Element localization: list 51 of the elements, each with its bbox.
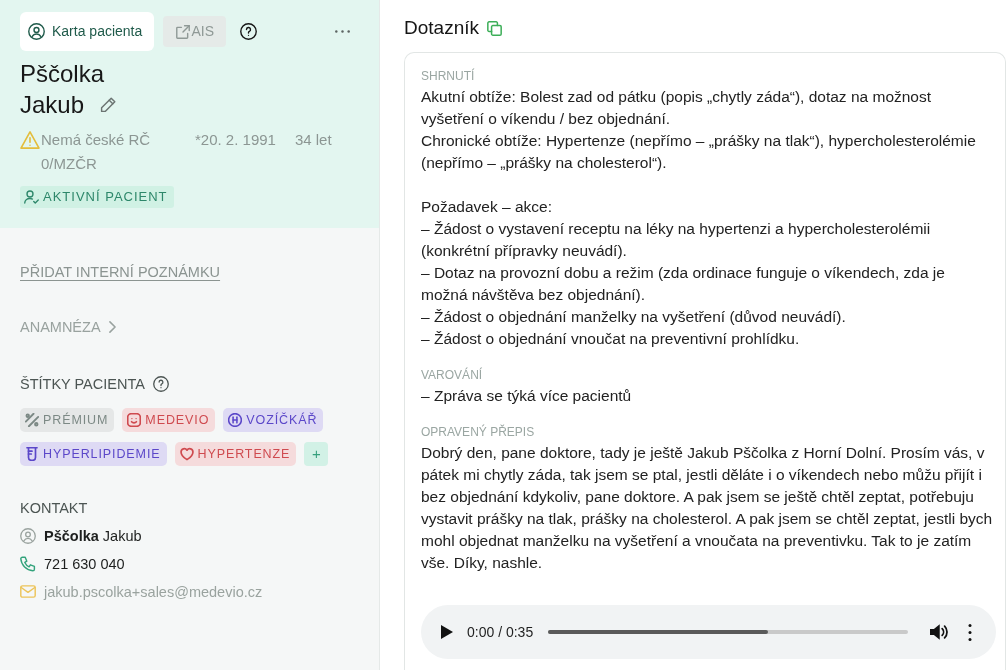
section-text: – Dotaz na provozní dobu a režim (zda ordinace funguje o víkendech, zda je možná návštěva bez objednání). [421, 263, 946, 305]
section-label: SHRNUTÍ [421, 68, 476, 84]
warning-icon [20, 131, 40, 149]
external-link-icon [175, 24, 190, 39]
chevron-right-icon [108, 320, 116, 333]
section-text: Dobrý den, pane doktore, tady je ještě Jakub Pščolka z Horní Dolní. Prosím vás, v pátek mi chytly záda, tak jsem se ptal, jestli děláte i o víkendech nebo můžu přijít i bez objednání kdykoliv, pane doktore. A pak jsem se ještě chtěl zeptat, potřebuju vystavit prášky na tlak, prášky na cholesterol. A pak jsem se chtěl zeptat, jestli bych mohl objednat manželku na vyšetření a vnoučata na preventivku. Tak to je zatím vše. Díky, nashle. [421, 443, 994, 573]
add-tag-button[interactable]: + [304, 441, 329, 466]
contact-email: jakub.pscolka+sales@medevio.cz [44, 582, 263, 602]
section-text: – Žádost o objednání vnoučat na preventivní prohlídku. [421, 329, 801, 349]
person-circle-icon [28, 23, 45, 40]
audio-time: 0:00 / 0:35 [467, 622, 534, 642]
contact-name: Pščolka Jakub [44, 526, 142, 546]
id-warning-text: Nemá české RČ 0/MZČR [41, 130, 152, 174]
contact-heading: KONTAKT [20, 498, 88, 518]
birth-date: *20. 2. 1991 [195, 130, 276, 150]
more-vertical-icon[interactable] [968, 623, 972, 641]
contact-phone: 721 630 040 [44, 554, 125, 574]
patient-status-text: AKTIVNÍ PACIENT [43, 188, 168, 207]
section-text: – Žádost o objednání manželky na vyšetření (důvod neuvádí). [421, 307, 847, 327]
tag-label: PRÉMIUM [43, 411, 109, 429]
section-label: OPRAVENÝ PŘEPIS [421, 424, 536, 440]
add-note-link[interactable]: PŘIDAT INTERNÍ POZNÁMKU [20, 261, 221, 282]
help-icon[interactable] [240, 23, 258, 40]
section-text: – Žádost o vystavení receptu na léky na hypertenzi a hypercholesterolémii (konkrétní přípravky neuvádí). [421, 219, 932, 261]
section-text: Chronické obtíže: Hypertenze (nepřímo – „prášky na tlak“), hypercholesterolémie (nepřímo – „prášky na cholesterol“). [421, 131, 977, 173]
patient-surname: Pščolka [20, 59, 106, 89]
help-icon[interactable] [152, 375, 169, 392]
section-text: Požadavek – akce: [421, 197, 553, 217]
section-text: Akutní obtíže: Bolest zad od pátku (popis „chytly záda“), dotaz na možnost vyšetření o víkendu / bez objednání. [421, 87, 933, 129]
audio-progress-track[interactable] [548, 630, 908, 634]
tag-label: HYPERTENZE [197, 445, 291, 463]
tags-heading: ŠTÍTKY PACIENTA [20, 374, 145, 394]
more-icon[interactable] [335, 30, 350, 33]
tag-label: MEDEVIO [145, 411, 210, 429]
copy-icon[interactable] [487, 20, 502, 36]
person-check-icon [24, 190, 39, 204]
questionnaire-title: Dotazník [404, 16, 479, 40]
section-label: VAROVÁNÍ [421, 367, 484, 383]
patient-age: 34 let [294, 130, 332, 150]
pencil-icon[interactable] [100, 96, 117, 113]
patient-card-button[interactable]: Karta pacienta [20, 12, 155, 51]
tag-label: HYPERLIPIDEMIE [43, 445, 161, 463]
anamnesis-link[interactable]: ANAMNÉZA [20, 316, 116, 337]
tag-label: VOZÍČKÁŘ [246, 411, 318, 429]
mail-icon [20, 585, 36, 598]
play-icon[interactable] [441, 625, 453, 639]
phone-icon [20, 555, 36, 572]
person-circle-icon [20, 527, 36, 544]
volume-icon[interactable] [930, 624, 948, 640]
section-text: – Zpráva se týká více pacientů [421, 386, 633, 406]
patient-first-name: Jakub [20, 90, 85, 120]
